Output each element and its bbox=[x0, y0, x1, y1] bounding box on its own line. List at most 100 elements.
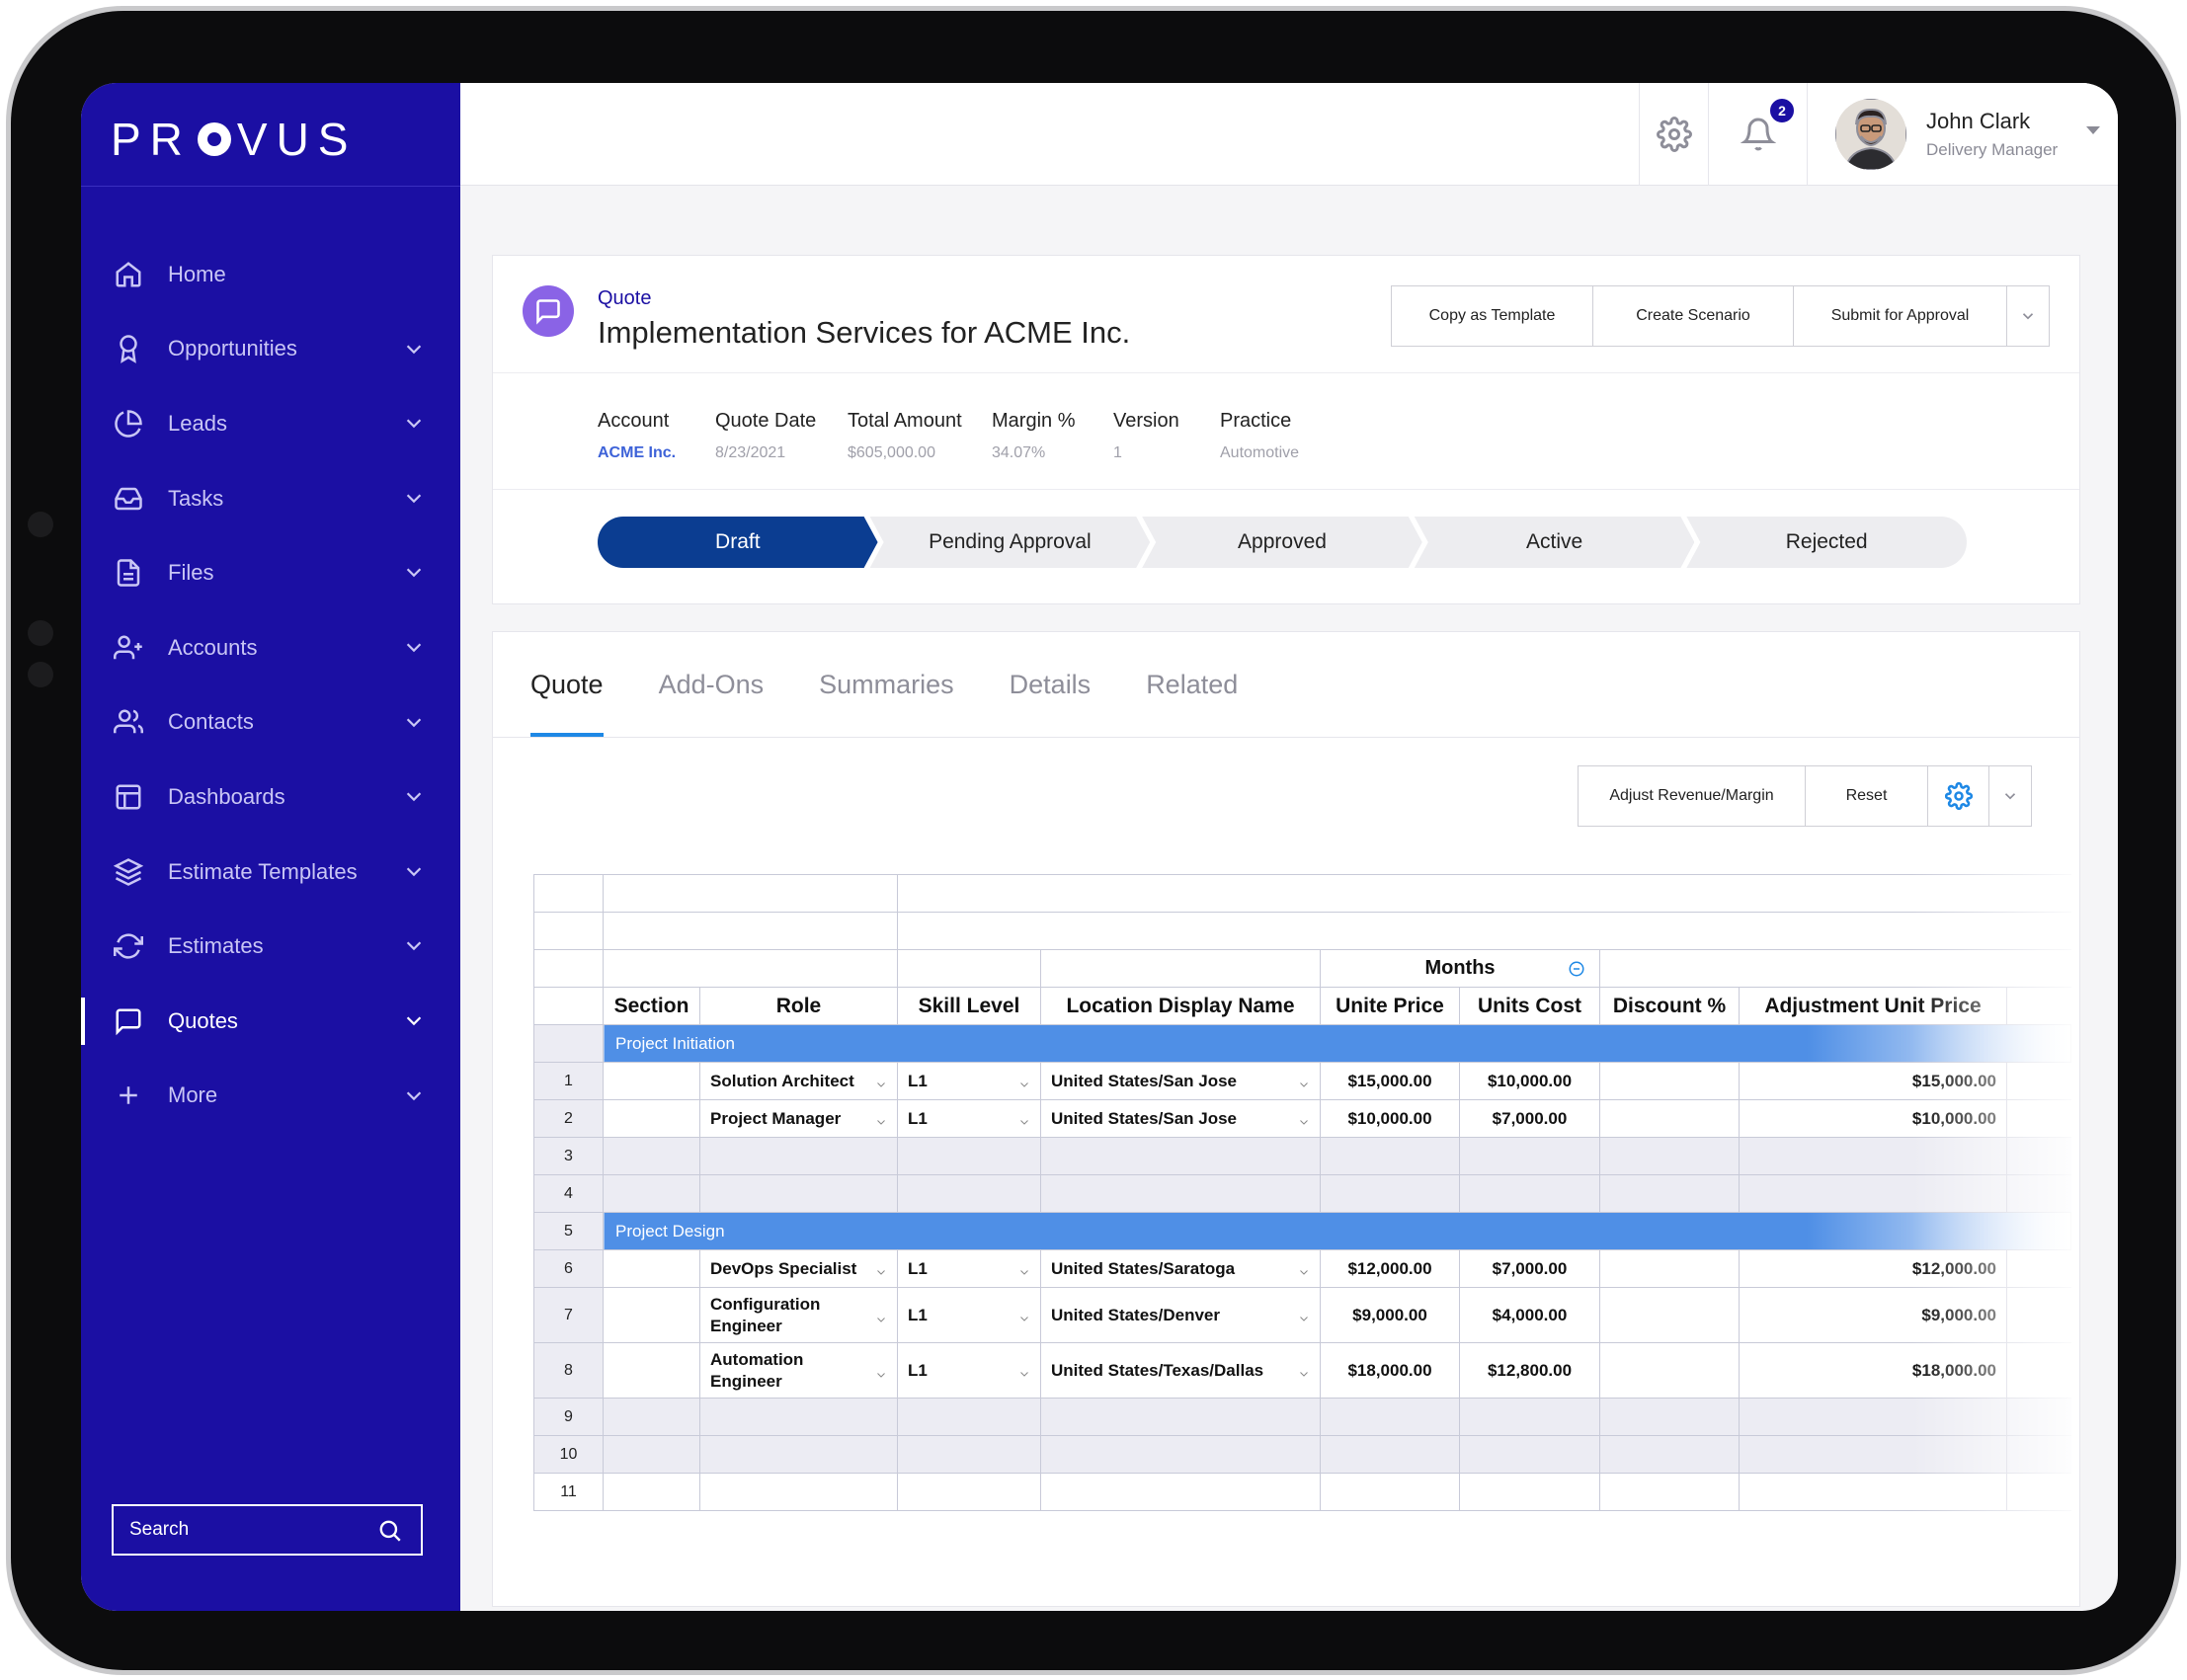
skill-level-select[interactable]: L1 bbox=[897, 1062, 1041, 1100]
empty-cell[interactable] bbox=[897, 1473, 1041, 1511]
reset-button[interactable]: Reset bbox=[1806, 766, 1928, 826]
location-select[interactable]: United States/Denver bbox=[1040, 1287, 1321, 1343]
chevron-down-icon[interactable] bbox=[403, 934, 425, 956]
discount-cell[interactable] bbox=[1599, 1062, 1740, 1100]
empty-cell[interactable] bbox=[2005, 1398, 2071, 1436]
empty-cell[interactable] bbox=[897, 1398, 1041, 1436]
tab-quote[interactable]: Quote bbox=[530, 632, 604, 737]
sidebar-item-estimates[interactable]: Estimates bbox=[81, 909, 460, 984]
role-select[interactable]: Solution Architect bbox=[699, 1062, 898, 1100]
empty-cell[interactable] bbox=[897, 1137, 1041, 1175]
empty-cell[interactable] bbox=[1739, 1137, 2007, 1175]
user-menu[interactable]: John Clark Delivery Manager bbox=[1807, 83, 2118, 186]
empty-cell[interactable] bbox=[1739, 1398, 2007, 1436]
sidebar-item-leads[interactable]: Leads bbox=[81, 386, 460, 461]
empty-cell[interactable] bbox=[2005, 1137, 2071, 1175]
section-band[interactable]: Project Initiation bbox=[602, 1024, 2072, 1063]
tab-details[interactable]: Details bbox=[1010, 632, 1092, 737]
section-cell[interactable] bbox=[603, 1287, 700, 1343]
grid-options-button[interactable] bbox=[1989, 766, 2031, 826]
section-cell[interactable] bbox=[603, 1062, 700, 1100]
discount-cell[interactable] bbox=[1599, 1287, 1740, 1343]
chevron-down-icon[interactable] bbox=[403, 1009, 425, 1031]
empty-cell[interactable] bbox=[1459, 1435, 1600, 1474]
col-header-units-cost[interactable]: Units Cost bbox=[1459, 987, 1600, 1025]
location-select[interactable]: United States/Texas/Dallas bbox=[1040, 1342, 1321, 1399]
empty-cell[interactable] bbox=[1040, 1174, 1321, 1213]
adjust-revenue-margin-button[interactable]: Adjust Revenue/Margin bbox=[1579, 766, 1806, 826]
notifications-button[interactable]: 2 bbox=[1708, 83, 1807, 186]
chevron-down-icon[interactable] bbox=[403, 561, 425, 583]
stage-active[interactable]: Active bbox=[1415, 517, 1695, 568]
empty-cell[interactable] bbox=[603, 1435, 700, 1474]
empty-cell[interactable] bbox=[699, 1435, 898, 1474]
empty-cell[interactable] bbox=[1739, 1174, 2007, 1213]
sidebar-item-files[interactable]: Files bbox=[81, 535, 460, 610]
empty-cell[interactable] bbox=[1320, 1137, 1460, 1175]
more-actions-button[interactable] bbox=[2007, 286, 2049, 346]
chevron-down-icon[interactable] bbox=[403, 487, 425, 509]
empty-cell[interactable] bbox=[1459, 1137, 1600, 1175]
unit-price-cell[interactable]: $18,000.00 bbox=[1320, 1342, 1460, 1399]
empty-cell[interactable] bbox=[1040, 1137, 1321, 1175]
skill-level-select[interactable]: L1 bbox=[897, 1099, 1041, 1138]
collapse-icon[interactable] bbox=[1568, 960, 1585, 978]
account-link[interactable]: ACME Inc. bbox=[598, 444, 676, 462]
adjustment-unit-price-cell[interactable]: $10,000.00 bbox=[1739, 1099, 2007, 1138]
empty-cell[interactable] bbox=[1599, 1473, 1740, 1511]
submit-for-approval-button[interactable]: Submit for Approval bbox=[1794, 286, 2007, 346]
settings-button[interactable] bbox=[1639, 83, 1708, 186]
sidebar-item-opportunities[interactable]: Opportunities bbox=[81, 312, 460, 387]
empty-cell[interactable] bbox=[1040, 1398, 1321, 1436]
role-select[interactable]: Configuration Engineer bbox=[699, 1287, 898, 1343]
location-select[interactable]: United States/Saratoga bbox=[1040, 1249, 1321, 1288]
sidebar-search-input[interactable]: Search bbox=[112, 1504, 423, 1556]
unit-cost-cell[interactable]: $10,000.00 bbox=[1459, 1062, 1600, 1100]
unit-price-cell[interactable]: $15,000.00 bbox=[1320, 1062, 1460, 1100]
empty-cell[interactable] bbox=[2005, 1473, 2071, 1511]
unit-price-cell[interactable]: $9,000.00 bbox=[1320, 1287, 1460, 1343]
empty-cell[interactable] bbox=[897, 1174, 1041, 1213]
sidebar-item-home[interactable]: Home bbox=[81, 237, 460, 312]
tab-add-ons[interactable]: Add-Ons bbox=[659, 632, 765, 737]
unit-cost-cell[interactable]: $7,000.00 bbox=[1459, 1249, 1600, 1288]
adjustment-unit-price-cell[interactable]: $12,000.00 bbox=[1739, 1249, 2007, 1288]
empty-cell[interactable] bbox=[1739, 1473, 2007, 1511]
stage-rejected[interactable]: Rejected bbox=[1686, 517, 1967, 568]
empty-cell[interactable] bbox=[1320, 1435, 1460, 1474]
empty-cell[interactable] bbox=[1320, 1398, 1460, 1436]
location-select[interactable]: United States/San Jose bbox=[1040, 1099, 1321, 1138]
discount-cell[interactable] bbox=[1599, 1099, 1740, 1138]
adjustment-unit-price-cell[interactable]: $15,000.00 bbox=[1739, 1062, 2007, 1100]
role-select[interactable]: Automation Engineer bbox=[699, 1342, 898, 1399]
empty-cell[interactable] bbox=[1599, 1398, 1740, 1436]
sidebar-item-contacts[interactable]: Contacts bbox=[81, 685, 460, 760]
sidebar-item-accounts[interactable]: Accounts bbox=[81, 610, 460, 685]
unit-cost-cell[interactable]: $4,000.00 bbox=[1459, 1287, 1600, 1343]
section-cell[interactable] bbox=[603, 1249, 700, 1288]
copy-as-template-button[interactable]: Copy as Template bbox=[1392, 286, 1593, 346]
empty-cell[interactable] bbox=[1040, 1435, 1321, 1474]
empty-cell[interactable] bbox=[1459, 1473, 1600, 1511]
empty-cell[interactable] bbox=[603, 1174, 700, 1213]
chevron-down-icon[interactable] bbox=[403, 711, 425, 733]
stage-approved[interactable]: Approved bbox=[1142, 517, 1422, 568]
section-cell[interactable] bbox=[603, 1099, 700, 1138]
empty-cell[interactable] bbox=[1599, 1435, 1740, 1474]
tab-summaries[interactable]: Summaries bbox=[819, 632, 954, 737]
provus-logo[interactable]: PR VUS bbox=[111, 113, 358, 166]
grid-settings-button[interactable] bbox=[1928, 766, 1989, 826]
skill-level-select[interactable]: L1 bbox=[897, 1287, 1041, 1343]
section-cell[interactable] bbox=[603, 1342, 700, 1399]
section-band[interactable]: Project Design bbox=[602, 1212, 2072, 1250]
col-header-adjustment-unit-price[interactable]: Adjustment Unit Price bbox=[1739, 987, 2007, 1025]
empty-cell[interactable] bbox=[699, 1473, 898, 1511]
chevron-down-icon[interactable] bbox=[403, 636, 425, 658]
adjustment-unit-price-cell[interactable]: $18,000.00 bbox=[1739, 1342, 2007, 1399]
empty-cell[interactable] bbox=[1459, 1398, 1600, 1436]
col-header-unite-price[interactable]: Unite Price bbox=[1320, 987, 1460, 1025]
empty-cell[interactable] bbox=[1040, 1473, 1321, 1511]
sidebar-item-quotes[interactable]: Quotes bbox=[81, 984, 460, 1059]
empty-cell[interactable] bbox=[699, 1174, 898, 1213]
empty-cell[interactable] bbox=[1599, 1174, 1740, 1213]
